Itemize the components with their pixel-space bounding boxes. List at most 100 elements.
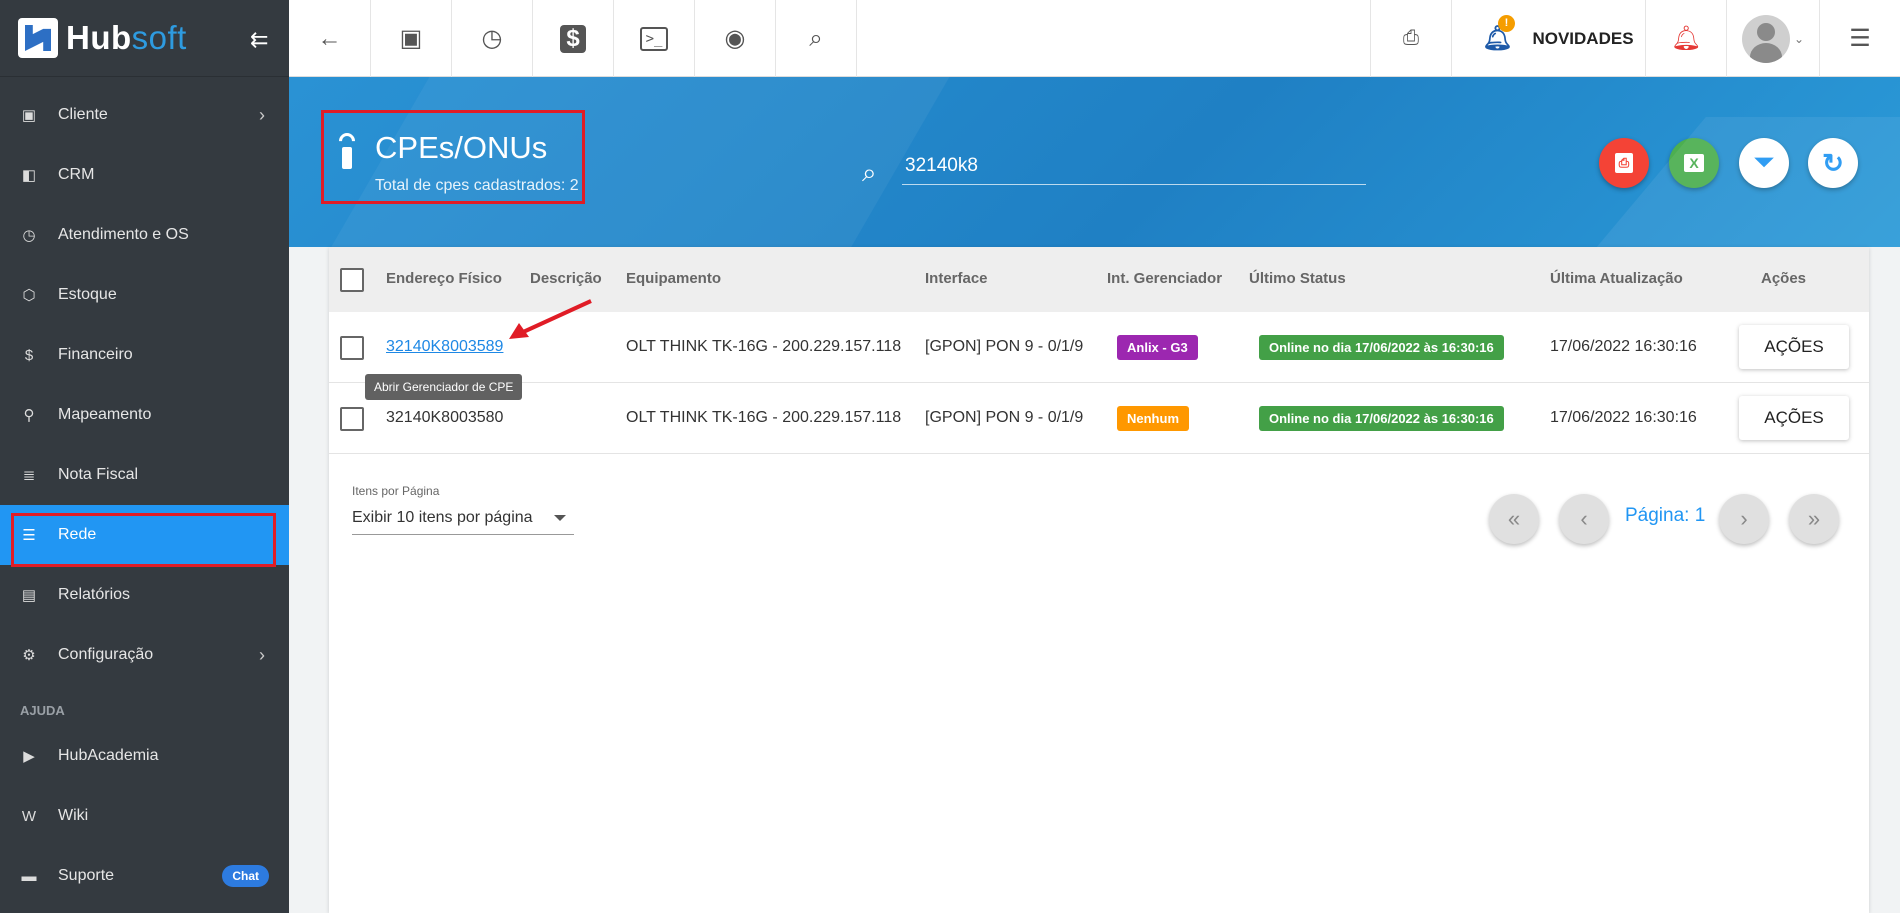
sidebar-item-label: HubAcademia: [58, 747, 159, 764]
menu-list-button[interactable]: ☰: [1819, 0, 1900, 77]
refresh-icon: ↻: [1822, 147, 1844, 178]
col-gerenciador[interactable]: Int. Gerenciador: [1107, 270, 1222, 287]
mac-link[interactable]: 32140K8003589: [386, 338, 503, 356]
table-row: 32140K8003580 OLT THINK TK-16G - 200.229…: [329, 383, 1869, 454]
mac-cell: 32140K8003580: [386, 409, 504, 426]
sidebar-item-suporte[interactable]: ▬ Suporte Chat: [0, 846, 289, 906]
gear-icon: ⚙: [22, 647, 36, 664]
row-checkbox[interactable]: [340, 336, 364, 360]
view-button[interactable]: ◉: [695, 0, 776, 77]
actions-button[interactable]: AÇÕES: [1739, 325, 1849, 369]
chat-badge[interactable]: Chat: [222, 865, 269, 887]
alarm-button[interactable]: 🔔︎: [1645, 0, 1726, 77]
col-descricao[interactable]: Descrição: [530, 270, 602, 287]
arrow-left-icon: ←: [317, 24, 342, 52]
sidebar-item-wiki[interactable]: W Wiki: [0, 786, 289, 846]
id-card-icon: ▣: [21, 107, 37, 124]
search-icon: ⌕: [809, 24, 823, 52]
sidebar-item-label: Estoque: [58, 286, 117, 303]
chevron-left-icon: ‹: [1580, 506, 1588, 531]
brand-name-part1: Hub: [66, 19, 132, 56]
collapse-sidebar-icon[interactable]: ⇇: [250, 27, 268, 53]
double-chevron-right-icon: »: [1807, 506, 1821, 531]
dropdown-caret-icon: [554, 515, 566, 521]
sidebar-item-estoque[interactable]: ⬡ Estoque: [0, 265, 289, 325]
page-header: CPEs/ONUs Total de cpes cadastrados: 2 ⌕…: [289, 77, 1900, 247]
col-mac[interactable]: Endereço Físico: [386, 270, 502, 287]
sidebar-item-label: CRM: [58, 166, 95, 183]
sidebar-item-label: Wiki: [58, 807, 89, 824]
sidebar-item-label: Nota Fiscal: [58, 466, 139, 483]
sidebar-item-mapeamento[interactable]: ⚲ Mapeamento: [0, 385, 289, 445]
help-section-title: AJUDA: [20, 703, 65, 718]
sidebar-item-hubacademia[interactable]: ▶ HubAcademia: [0, 726, 289, 786]
chevron-right-icon: ›: [259, 644, 265, 665]
sidebar-item-relatorios[interactable]: ▤ Relatórios: [0, 565, 289, 625]
clients-button[interactable]: ▣: [371, 0, 452, 77]
filter-button[interactable]: ⏷: [1739, 138, 1789, 188]
sidebar-item-configuracao[interactable]: ⚙ Configuração ›: [0, 625, 289, 685]
contact-card-icon: ▣: [399, 25, 423, 52]
document-icon: ≣: [22, 467, 36, 484]
col-interface[interactable]: Interface: [925, 270, 988, 287]
sidebar-item-label: Atendimento e OS: [58, 226, 189, 243]
sidebar-item-nota-fiscal[interactable]: ≣ Nota Fiscal: [0, 445, 289, 505]
news-button[interactable]: 🔔︎ ! NOVIDADES: [1451, 0, 1645, 77]
board-icon: ◧: [21, 167, 37, 184]
prev-page-button[interactable]: ‹: [1559, 494, 1609, 544]
toolbar-right: ⎙ 🔔︎ ! NOVIDADES 🔔︎ ⌄ ☰: [1370, 0, 1900, 77]
back-button[interactable]: ←: [289, 0, 371, 77]
pdf-export-button[interactable]: ⎙: [1370, 0, 1451, 77]
annotation-arrow-icon: [509, 299, 592, 339]
sidebar-item-financeiro[interactable]: $ Financeiro: [0, 325, 289, 385]
sidebar-item-rede[interactable]: ☰ Rede: [0, 505, 289, 565]
chat-icon: ▬: [21, 867, 37, 885]
next-page-button[interactable]: ›: [1719, 494, 1769, 544]
sidebar-item-atendimento[interactable]: ◷ Atendimento e OS: [0, 205, 289, 265]
brand-name-part2: soft: [131, 19, 187, 56]
sidebar-item-label: Rede: [58, 526, 97, 543]
finance-button[interactable]: $: [533, 0, 614, 77]
dollar-icon: $: [560, 24, 586, 53]
gerenciador-badge: Anlix - G3: [1117, 335, 1198, 360]
calendar-clock-icon: ◷: [22, 227, 36, 244]
pdf-icon: ⎙: [1403, 27, 1419, 49]
export-excel-button[interactable]: X: [1669, 138, 1719, 188]
sidebar-item-cliente[interactable]: ▣ Cliente ›: [0, 85, 289, 145]
atualizacao-cell: 17/06/2022 16:30:16: [1550, 409, 1697, 426]
user-menu[interactable]: ⌄: [1726, 0, 1819, 77]
title-highlight-box: CPEs/ONUs Total de cpes cadastrados: 2: [321, 110, 585, 204]
brand-logo[interactable]: Hubsoft: [66, 19, 187, 57]
box-icon: ⬡: [22, 287, 36, 304]
items-per-page-select[interactable]: Exibir 10 itens por página: [352, 505, 574, 535]
equipamento-cell: OLT THINK TK-16G - 200.229.157.118: [626, 338, 902, 355]
chevron-right-icon: ›: [1740, 506, 1748, 531]
row-checkbox[interactable]: [340, 407, 364, 431]
select-all-checkbox[interactable]: [340, 268, 364, 292]
pdf-icon: ⎙: [1614, 153, 1634, 173]
server-icon: ☰: [22, 527, 36, 544]
export-pdf-button[interactable]: ⎙: [1599, 138, 1649, 188]
interface-cell: [GPON] PON 9 - 0/1/9: [925, 409, 1084, 426]
youtube-icon: ▶: [23, 748, 35, 765]
col-status[interactable]: Último Status: [1249, 270, 1346, 287]
last-page-button[interactable]: »: [1789, 494, 1839, 544]
terminal-button[interactable]: >_: [614, 0, 695, 77]
refresh-button[interactable]: ↻: [1808, 138, 1858, 188]
schedule-button[interactable]: ◷: [452, 0, 533, 77]
tooltip: Abrir Gerenciador de CPE: [365, 374, 523, 400]
search-button[interactable]: ⌕: [776, 0, 857, 77]
sidebar-item-label: Suporte: [58, 867, 115, 884]
actions-button[interactable]: AÇÕES: [1739, 396, 1849, 440]
map-pin-icon: ⚲: [23, 407, 35, 424]
col-equipamento[interactable]: Equipamento: [626, 270, 721, 287]
sidebar-nav: ▣ Cliente › ◧ CRM ◷ Atendimento e OS ⬡ E…: [0, 77, 289, 906]
first-page-button[interactable]: «: [1489, 494, 1539, 544]
search-input[interactable]: [902, 147, 1366, 185]
sidebar-item-crm[interactable]: ◧ CRM: [0, 145, 289, 205]
sidebar: Hubsoft ⇇ ▣ Cliente › ◧ CRM ◷ Atendiment…: [0, 0, 289, 913]
col-atualizacao[interactable]: Última Atualização: [1550, 270, 1683, 287]
sidebar-item-label: Financeiro: [58, 346, 133, 363]
filter-icon: ⏷: [1754, 149, 1774, 176]
avatar: [1741, 14, 1790, 63]
